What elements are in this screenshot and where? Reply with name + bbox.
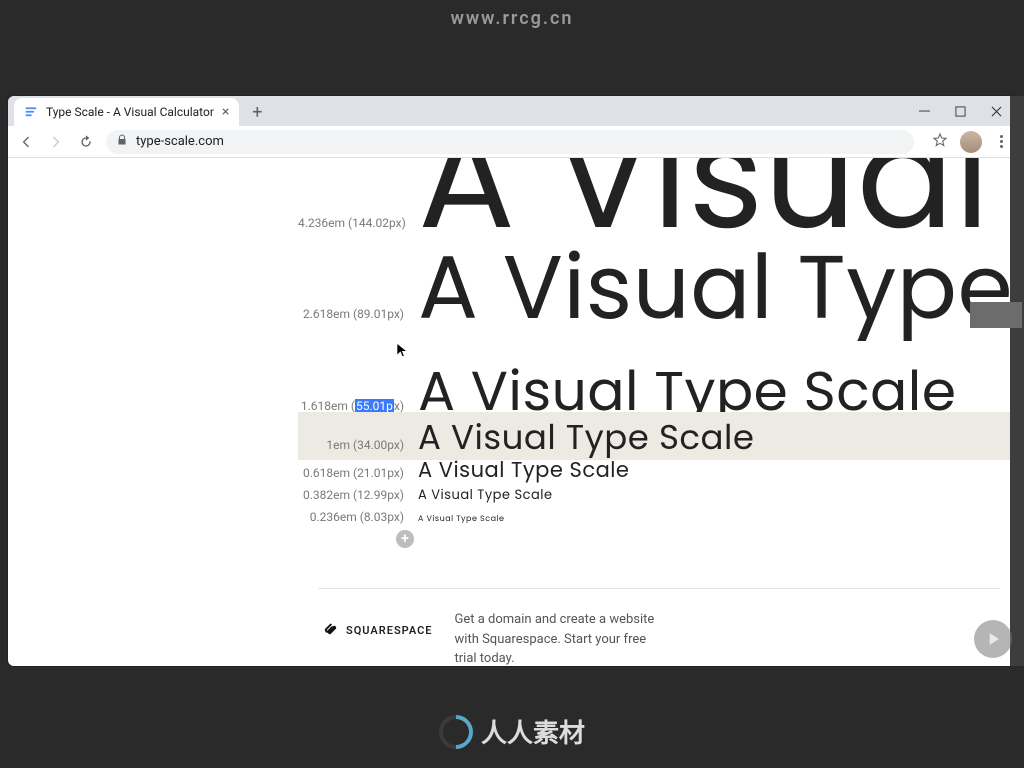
window-controls (906, 98, 1014, 124)
favicon (24, 105, 38, 119)
footer-mark-icon (432, 707, 480, 755)
add-row-button[interactable]: + (396, 530, 414, 548)
new-tab-button[interactable]: + (245, 100, 269, 124)
scale-label: 1em (34.00px) (298, 438, 418, 452)
sample-text: A Visual Type Scale (418, 488, 553, 501)
bookmark-star-icon[interactable] (932, 132, 948, 152)
selected-text: 55.01p (355, 399, 394, 413)
reload-button[interactable] (76, 132, 96, 152)
sample-text: A Visual Type Scale (418, 515, 504, 523)
outer-scrollbar-thumb[interactable] (970, 302, 1022, 328)
scale-label: 0.618em (21.01px) (298, 466, 418, 480)
url-text: type-scale.com (136, 134, 224, 149)
lock-icon (116, 134, 128, 150)
squarespace-icon (324, 622, 340, 638)
watermark-top: www.rrcg.cn (0, 8, 1024, 29)
titlebar: Type Scale - A Visual Calculator × + (8, 96, 1016, 126)
toolbar: type-scale.com (8, 126, 1016, 158)
footer-brand: 人人素材 (0, 713, 1024, 750)
scale-row: 2.618em (89.01px) A Visual Type S (298, 244, 1016, 333)
type-scale-content: 4.236em (144.02px) A Visual 2.618em (89.… (298, 158, 1016, 666)
browser-tab[interactable]: Type Scale - A Visual Calculator × (14, 98, 239, 126)
play-overlay-button[interactable] (974, 620, 1012, 658)
tab-close-icon[interactable]: × (222, 105, 229, 119)
back-button[interactable] (16, 132, 36, 152)
ad-copy: Get a domain and create a website with S… (455, 610, 665, 666)
forward-button[interactable] (46, 132, 66, 152)
chrome-menu-button[interactable] (994, 135, 1008, 148)
sample-text: A Visual Type S (418, 244, 1016, 333)
scale-label: 4.236em (144.02px) (298, 216, 418, 230)
sample-text: A Visual Type Scale (418, 364, 956, 419)
tab-title: Type Scale - A Visual Calculator (46, 105, 214, 119)
squarespace-logo: SQUARESPACE (324, 622, 433, 638)
maximize-button[interactable] (942, 98, 978, 124)
scale-label: 0.236em (8.03px) (298, 510, 418, 524)
outer-scrollbar-track[interactable] (1010, 96, 1024, 666)
address-bar[interactable]: type-scale.com (106, 130, 914, 154)
scale-label: 1.618em (55.01px) (298, 399, 418, 413)
play-icon (983, 629, 1003, 649)
carbon-ad[interactable]: SQUARESPACE Get a domain and create a we… (324, 610, 665, 666)
close-window-button[interactable] (978, 98, 1014, 124)
scale-row: 0.236em (8.03px) A Visual Type Scale (298, 510, 504, 524)
scale-label: 0.382em (12.99px) (298, 488, 418, 502)
scale-row: 1.618em (55.01px) A Visual Type Scale (298, 364, 956, 419)
divider (318, 588, 1000, 589)
scale-row-highlighted[interactable]: 1em (34.00px) A Visual Type Scale (298, 412, 1010, 460)
scale-label: 2.618em (89.01px) (298, 307, 418, 321)
profile-avatar[interactable] (960, 131, 982, 153)
scale-row: 0.618em (21.01px) A Visual Type Scale (298, 460, 629, 481)
browser-window: Type Scale - A Visual Calculator × + typ… (8, 96, 1016, 666)
sample-text: A Visual Type Scale (418, 460, 629, 481)
page-viewport: 4.236em (144.02px) A Visual 2.618em (89.… (8, 158, 1016, 666)
sample-text: A Visual Type Scale (418, 420, 754, 454)
scale-row: 0.382em (12.99px) A Visual Type Scale (298, 488, 553, 502)
minimize-button[interactable] (906, 98, 942, 124)
